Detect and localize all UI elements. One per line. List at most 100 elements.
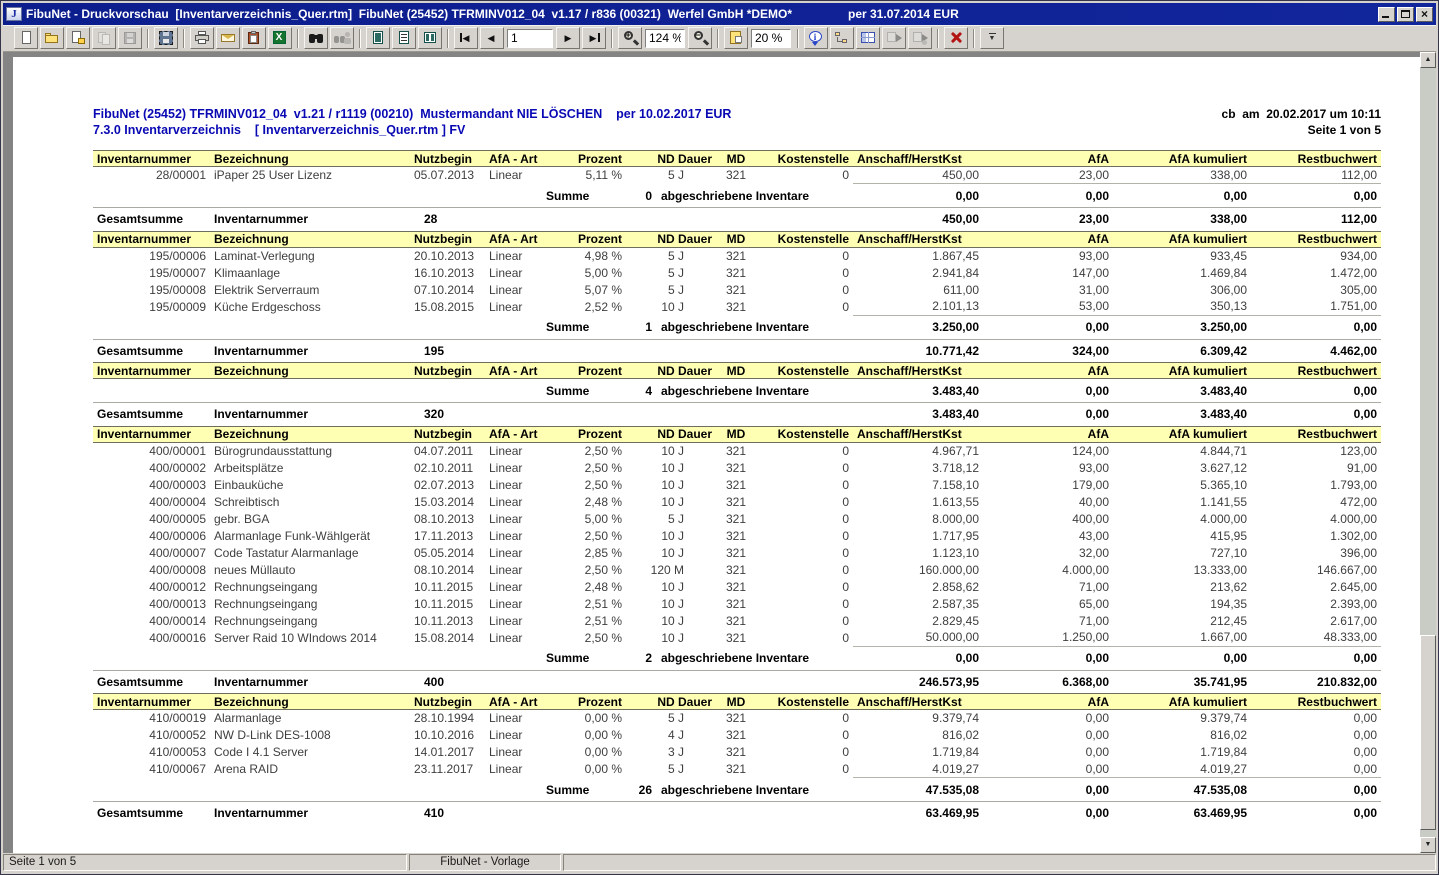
cell: 321 [725, 168, 747, 183]
column-header: Prozent [553, 150, 626, 167]
cell: Laminat-Verlegung [214, 248, 315, 263]
gesamtsumme-number: 320 [424, 407, 445, 422]
report-tree-button[interactable] [830, 27, 854, 49]
cell: 179,00 [1072, 477, 1109, 492]
cell: Linear [489, 728, 523, 742]
toolbar-options-button[interactable] [980, 27, 1004, 49]
summe-amount: 0,00 [1251, 378, 1381, 400]
export-page-icon [70, 30, 87, 46]
overflow-icon [984, 30, 1001, 46]
app-icon [6, 7, 22, 21]
cell: 5 J [667, 711, 684, 726]
gesamtsumme-amount: 6.368,00 [1062, 674, 1109, 689]
next-page-button[interactable] [556, 27, 580, 49]
info-button[interactable] [804, 27, 828, 49]
cell: 0,00 % [584, 711, 622, 726]
cell: 816,02 [1210, 728, 1247, 742]
first-page-button[interactable] [454, 27, 478, 49]
statusbar-spacer [563, 854, 1436, 871]
report-created-info: cb am 20.02.2017 um 10:11 [1221, 107, 1381, 121]
minimize-button[interactable] [1378, 6, 1395, 22]
column-header: Inventarnummer [93, 150, 210, 167]
excel-export-button[interactable] [268, 27, 292, 49]
cell: Server Raid 10 WIndows 2014 [214, 630, 377, 645]
cell: 10.11.2015 [414, 579, 474, 594]
inventory-row: 400/00003 Einbauküche 02.07.2013 Linear 2,50… [93, 476, 1381, 493]
cell: 0 [842, 248, 849, 263]
column-header: Prozent [553, 362, 626, 379]
cell: 1.719,84 [932, 745, 979, 759]
gesamtsumme-amount: 3.483,40 [932, 407, 979, 422]
column-header: AfA kumuliert [1113, 150, 1251, 167]
thumbnail-zoom-input[interactable] [751, 28, 791, 48]
cell: Linear [489, 282, 523, 297]
prev-page-button[interactable] [480, 27, 504, 49]
cell: 2,51 % [584, 596, 622, 611]
cell: 4.000,00 [1200, 511, 1247, 526]
summe-text: abgeschriebene Inventare [661, 320, 810, 334]
cell: 120 M [650, 562, 684, 577]
column-header: Prozent [553, 693, 626, 710]
close-preview-button[interactable] [944, 27, 968, 49]
view-page-width-button[interactable] [392, 27, 416, 49]
cell: 321 [725, 562, 747, 577]
cell: 400/00003 [149, 477, 206, 492]
cell: 195/00009 [149, 299, 206, 314]
cell: Linear [489, 711, 523, 726]
cell: 321 [725, 248, 747, 263]
excel-icon [272, 30, 289, 46]
cell: 321 [725, 265, 747, 280]
statusbar-template-info: FibuNet - Vorlage [409, 854, 561, 871]
gesamtsumme-row: Gesamtsumme Inventarnummer 320 3.483,40 0,00… [93, 403, 1381, 426]
cell: 0 [842, 579, 849, 594]
copy-button [92, 27, 116, 49]
summe-amount: 0,00 [1113, 183, 1251, 205]
summe-count-text: 4 abgeschriebene Inventare [626, 379, 853, 400]
scrollbar-thumb[interactable] [1420, 635, 1436, 830]
column-header: Restbuchwert [1251, 693, 1381, 710]
copy-icon [96, 30, 113, 46]
inventory-row: 195/00009 Küche Erdgeschoss 15.08.2015 Line… [93, 298, 1381, 315]
paste-report-button[interactable] [242, 27, 266, 49]
cell: 306,00 [1210, 282, 1247, 297]
zoom-out-button[interactable] [688, 27, 712, 49]
report-header-line2: 7.3.0 Inventarverzeichnis [ Inventarverz… [93, 123, 466, 137]
cell: 28.10.1994 [414, 711, 475, 726]
cell: 91,00 [1346, 460, 1377, 475]
window-close-button[interactable]: × [1416, 6, 1433, 22]
titlebar: FibuNet - Druckvorschau [Inventarverzeic… [3, 3, 1436, 25]
save-as-button[interactable] [66, 27, 90, 49]
column-header: Nutzbegin [410, 150, 485, 167]
view-whole-page-button[interactable] [366, 27, 390, 49]
toolbar-separator [973, 28, 975, 48]
print-button[interactable] [190, 27, 214, 49]
page-number-input[interactable] [507, 28, 553, 48]
scroll-up-button[interactable]: ▲ [1420, 52, 1436, 68]
cell: 0 [842, 596, 849, 611]
email-button[interactable] [216, 27, 240, 49]
cell: 2,50 % [584, 477, 622, 492]
cell: 400/00001 [149, 443, 206, 458]
cell: 3.627,12 [1200, 460, 1247, 475]
search-button[interactable] [304, 27, 328, 49]
maximize-button[interactable] [1397, 6, 1414, 22]
cell: 0 [842, 630, 849, 645]
toolbar-separator [717, 28, 719, 48]
last-page-button[interactable] [582, 27, 606, 49]
thumbnails-button[interactable] [724, 27, 748, 49]
summe-text: abgeschriebene Inventare [661, 651, 810, 665]
cell: 321 [725, 528, 747, 543]
new-document-button[interactable] [14, 27, 38, 49]
gesamtsumme-sublabel: Inventarnummer [214, 343, 309, 358]
zoom-in-button[interactable] [618, 27, 642, 49]
vertical-scrollbar[interactable]: ▲ ▼ [1420, 52, 1436, 853]
scroll-down-button[interactable]: ▼ [1420, 837, 1436, 853]
column-header: Bezeichnung [210, 150, 410, 167]
open-button[interactable] [40, 27, 64, 49]
report-grid-button[interactable] [856, 27, 880, 49]
archive-button[interactable] [154, 27, 178, 49]
view-two-pages-button[interactable] [418, 27, 442, 49]
cell: 415,95 [1210, 528, 1247, 543]
cell: 02.07.2013 [414, 477, 475, 492]
zoom-level-input[interactable] [645, 28, 685, 48]
